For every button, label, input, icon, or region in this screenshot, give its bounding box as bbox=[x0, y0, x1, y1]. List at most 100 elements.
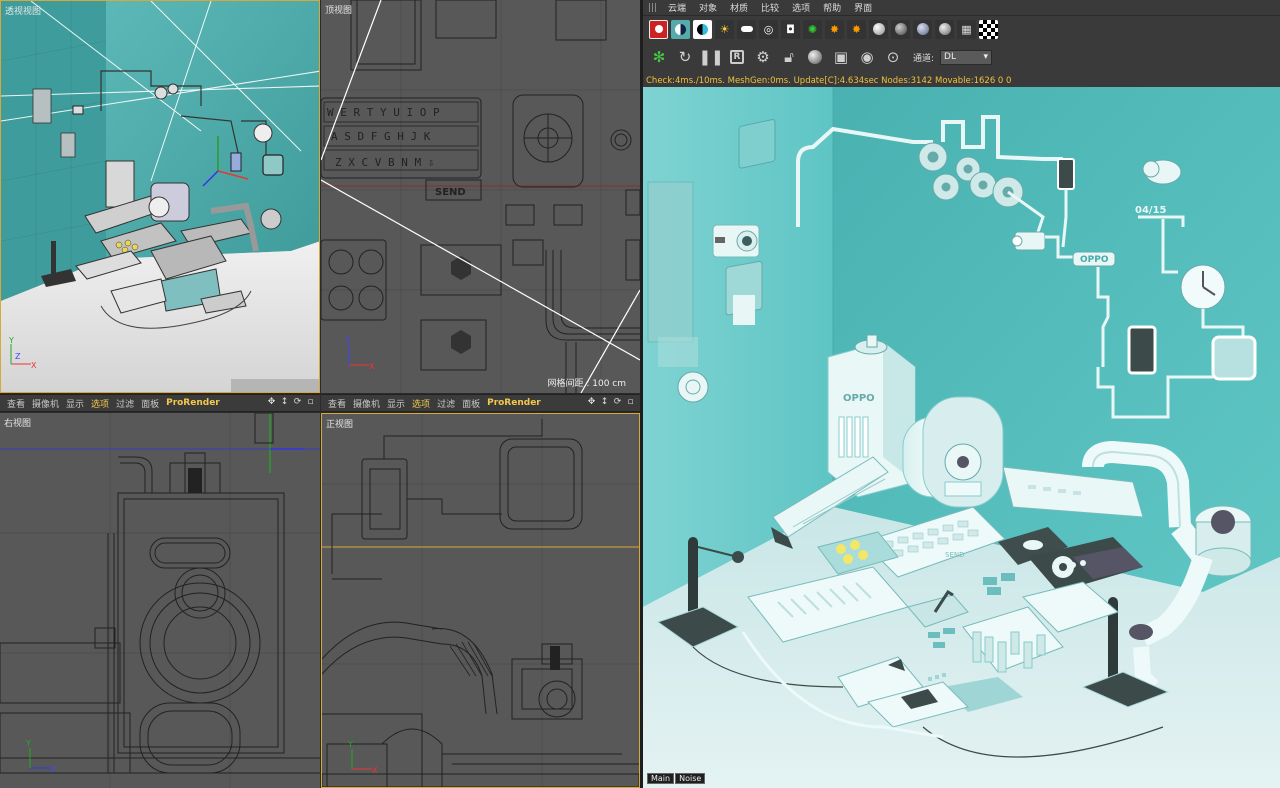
viewport-toolbar-right: 查看 摄像机 显示 选项 过滤 面板 ProRender ✥ ↕ ⟳ ▫ bbox=[321, 394, 640, 412]
light-strip-icon[interactable] bbox=[737, 19, 756, 39]
send-key-render-label: SEND bbox=[945, 551, 965, 559]
menu-compare[interactable]: 比较 bbox=[761, 1, 779, 14]
tab-noise[interactable]: Noise bbox=[675, 773, 706, 784]
menu-filter[interactable]: 过滤 bbox=[437, 397, 455, 410]
right-scene: Z Y bbox=[0, 413, 320, 788]
svg-text:Z X C V B N M ⇩: Z X C V B N M ⇩ bbox=[335, 156, 434, 169]
material-orange2-icon[interactable]: ✸ bbox=[847, 19, 866, 39]
sphere-blue-icon[interactable] bbox=[913, 19, 932, 39]
send-key-label: SEND bbox=[435, 187, 466, 198]
menu-help[interactable]: 帮助 bbox=[823, 1, 841, 14]
target-icon[interactable]: ◎ bbox=[759, 19, 778, 39]
layout-icon[interactable]: ▦ bbox=[957, 19, 976, 39]
sphere-grey-icon[interactable] bbox=[935, 19, 954, 39]
material-orange-icon[interactable]: ✸ bbox=[825, 19, 844, 39]
viewport-toolbar-left: 查看 摄像机 显示 选项 过滤 面板 ProRender ✥ ↕ ⟳ ▫ bbox=[0, 394, 320, 412]
app-window: X Y Z 透视视图 W E R T Y U I O P A S D F G H… bbox=[0, 0, 1280, 788]
brand-label: OPPO bbox=[843, 393, 875, 404]
menu-view[interactable]: 查看 bbox=[328, 397, 346, 410]
menu-view[interactable]: 查看 bbox=[7, 397, 25, 410]
menu-material[interactable]: 材质 bbox=[730, 1, 748, 14]
camera-icon[interactable]: ◘ bbox=[781, 19, 800, 39]
move-view-icon[interactable]: ✥ bbox=[266, 397, 277, 408]
menu-display[interactable]: 显示 bbox=[387, 397, 405, 410]
render-toolbar-2: ✻ ↻ ❚❚ R ⚙ 🔓︎ ▣ ◉ ⊙ 通道: DL bbox=[643, 42, 1280, 72]
svg-text:Y: Y bbox=[347, 740, 353, 749]
front-scene: X Y bbox=[322, 414, 639, 787]
menu-options[interactable]: 选项 bbox=[412, 397, 430, 410]
contrast-icon[interactable] bbox=[693, 19, 712, 39]
menu-object[interactable]: 对象 bbox=[699, 1, 717, 14]
viewport-label: 右视图 bbox=[4, 419, 32, 429]
rotate-view-icon[interactable]: ⟳ bbox=[612, 397, 623, 408]
channel-select[interactable]: DL bbox=[940, 49, 993, 65]
sun-icon[interactable]: ☀ bbox=[715, 19, 734, 39]
perspective-viewport[interactable]: X Y Z 透视视图 bbox=[0, 0, 320, 393]
menu-panel[interactable]: 面板 bbox=[141, 397, 159, 410]
top-scene: W E R T Y U I O P A S D F G H J K Z X C … bbox=[321, 0, 640, 393]
zoom-view-icon[interactable]: ↕ bbox=[279, 397, 290, 408]
pause-icon[interactable]: ❚❚ bbox=[698, 47, 723, 67]
material-ball-icon[interactable] bbox=[805, 47, 825, 67]
menu-display[interactable]: 显示 bbox=[66, 397, 84, 410]
sphere-dark-icon[interactable] bbox=[891, 19, 910, 39]
focus-pick-icon[interactable]: ◉ bbox=[857, 47, 877, 67]
viewport-label: 顶视图 bbox=[325, 6, 353, 16]
menu-options[interactable]: 选项 bbox=[91, 397, 109, 410]
frame-icon[interactable]: ▣ bbox=[831, 47, 851, 67]
render-status-text: Check:4ms./10ms. MeshGen:0ms. Update[C]:… bbox=[646, 76, 1012, 86]
region-icon[interactable]: R bbox=[727, 47, 747, 67]
menu-prorender[interactable]: ProRender bbox=[166, 398, 220, 408]
shading-half-icon[interactable] bbox=[671, 19, 690, 39]
refresh-green-icon[interactable]: ✺ bbox=[803, 19, 822, 39]
grip-icon[interactable] bbox=[649, 3, 658, 12]
restart-icon[interactable]: ↻ bbox=[675, 47, 695, 67]
front-viewport[interactable]: X Y 正视图 bbox=[321, 413, 640, 788]
sphere-light-icon[interactable] bbox=[869, 19, 888, 39]
menu-options[interactable]: 选项 bbox=[792, 1, 810, 14]
maximize-view-icon[interactable]: ▫ bbox=[625, 397, 636, 408]
grid-scale-readout: 网格间距 : 100 cm bbox=[547, 379, 626, 389]
zoom-view-icon[interactable]: ↕ bbox=[599, 397, 610, 408]
svg-text:Z: Z bbox=[345, 336, 351, 345]
svg-text:Z: Z bbox=[15, 352, 21, 361]
svg-text:A S D F G H J K: A S D F G H J K bbox=[331, 130, 431, 143]
svg-text:Z: Z bbox=[50, 765, 56, 774]
top-viewport[interactable]: W E R T Y U I O P A S D F G H J K Z X C … bbox=[321, 0, 640, 393]
checker-icon[interactable] bbox=[979, 19, 998, 39]
svg-text:W E R T Y U I O P: W E R T Y U I O P bbox=[327, 106, 440, 119]
channel-label: 通道: bbox=[913, 53, 935, 64]
svg-text:X: X bbox=[31, 361, 37, 370]
lock-icon[interactable]: 🔓︎ bbox=[779, 47, 799, 67]
rotate-view-icon[interactable]: ⟳ bbox=[292, 397, 303, 408]
render-toolbar-1: ☀ ◎ ◘ ✺ ✸ ✸ ▦ bbox=[643, 16, 1280, 42]
svg-text:Y: Y bbox=[8, 336, 14, 345]
right-viewport[interactable]: Z Y 右视图 bbox=[0, 413, 320, 788]
menu-camera[interactable]: 摄像机 bbox=[353, 397, 380, 410]
svg-text:Y: Y bbox=[25, 739, 31, 748]
render-bottom-tabs: Main Noise bbox=[647, 773, 706, 784]
render-camera-icon[interactable] bbox=[649, 19, 668, 39]
render-canvas[interactable]: OPPO 04/15 OPPO SEND Main Noise bbox=[643, 87, 1280, 788]
menu-filter[interactable]: 过滤 bbox=[116, 397, 134, 410]
rendered-scene: OPPO 04/15 OPPO SEND bbox=[643, 87, 1280, 788]
menu-camera[interactable]: 摄像机 bbox=[32, 397, 59, 410]
svg-text:OPPO: OPPO bbox=[1080, 255, 1109, 265]
settings-gear-icon[interactable]: ⚙ bbox=[753, 47, 773, 67]
tab-main[interactable]: Main bbox=[647, 773, 675, 784]
pin-icon[interactable]: ⊙ bbox=[883, 47, 903, 67]
maximize-view-icon[interactable]: ▫ bbox=[305, 397, 316, 408]
date-widget-label: 04/15 bbox=[1135, 205, 1167, 216]
viewport-label: 透视视图 bbox=[5, 7, 42, 17]
menu-interface[interactable]: 界面 bbox=[854, 1, 872, 14]
start-render-icon[interactable]: ✻ bbox=[649, 47, 669, 67]
svg-text:X: X bbox=[369, 362, 375, 371]
svg-text:X: X bbox=[372, 766, 378, 775]
perspective-scene: X Y Z bbox=[1, 1, 319, 392]
viewport-label: 正视图 bbox=[326, 420, 354, 430]
menu-panel[interactable]: 面板 bbox=[462, 397, 480, 410]
move-view-icon[interactable]: ✥ bbox=[586, 397, 597, 408]
render-menubar: 云端 对象 材质 比较 选项 帮助 界面 bbox=[643, 0, 1280, 16]
menu-cloud[interactable]: 云端 bbox=[668, 1, 686, 14]
menu-prorender[interactable]: ProRender bbox=[487, 398, 541, 408]
